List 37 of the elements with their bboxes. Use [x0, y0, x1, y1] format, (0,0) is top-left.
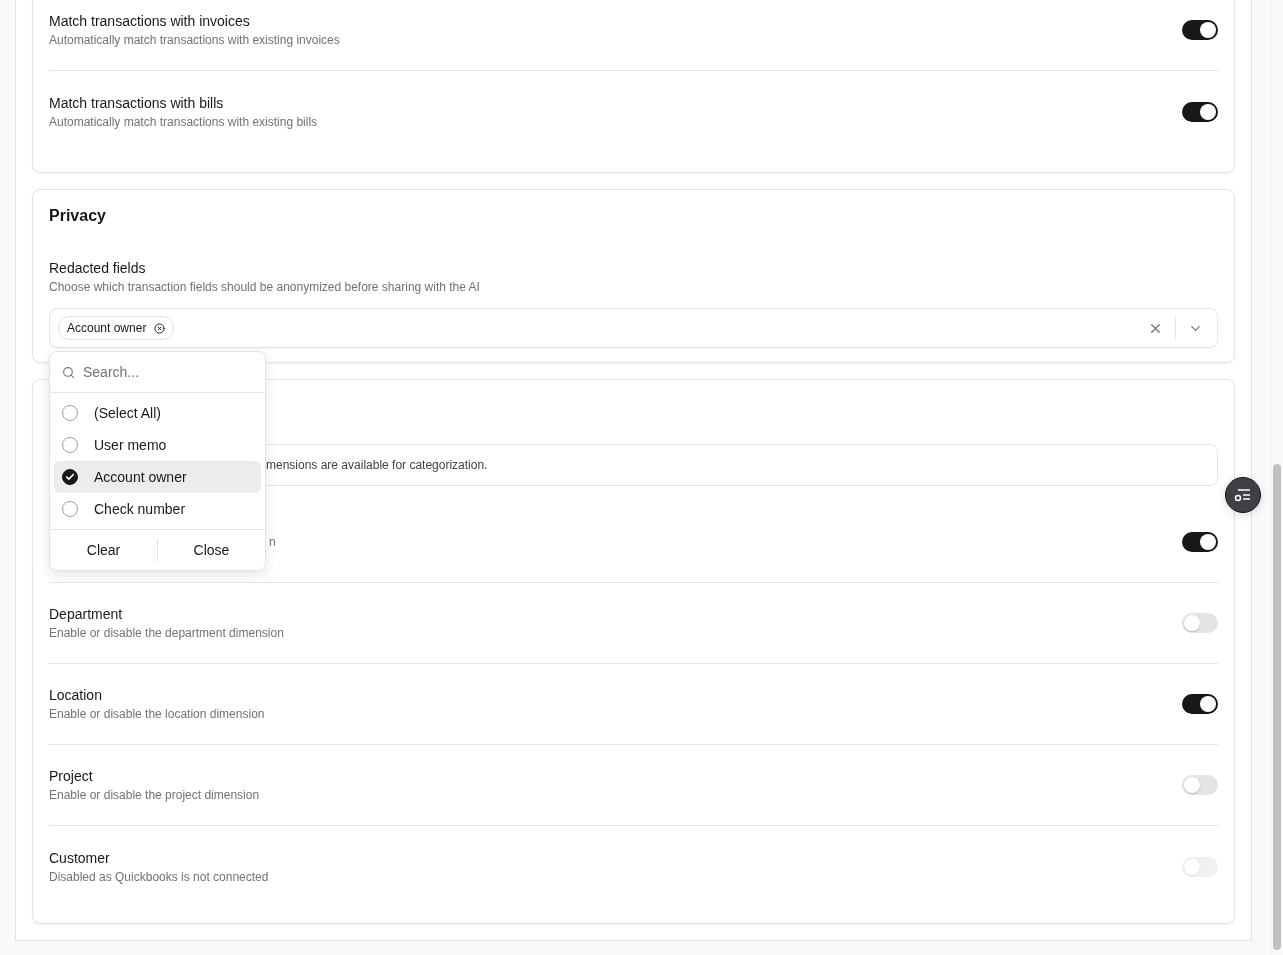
selected-chip[interactable]: Account owner — [58, 316, 175, 340]
multi-select-field[interactable]: Account owner — [49, 308, 1218, 348]
setting-description: Enable or disable the location dimension — [49, 706, 265, 722]
setting-description: n — [269, 534, 276, 550]
field-description: Choose which transaction fields should be anonymized before sharing with the AI — [49, 279, 480, 295]
checkbox[interactable] — [62, 469, 78, 485]
toggle-switch[interactable] — [1182, 532, 1218, 552]
toggle-switch[interactable] — [1182, 613, 1218, 633]
toggle-switch[interactable] — [1182, 20, 1218, 40]
setting-title: Department — [49, 605, 124, 623]
toggle-switch[interactable] — [1182, 775, 1218, 795]
checkbox[interactable] — [62, 405, 78, 421]
check-icon — [65, 472, 75, 482]
field-label: Redacted fields — [49, 259, 147, 277]
setting-description: Enable or disable the project dimension — [49, 787, 260, 803]
section-title: Privacy — [49, 206, 107, 226]
checkbox[interactable] — [62, 437, 78, 453]
toggle-switch[interactable] — [1182, 101, 1218, 122]
remove-icon[interactable] — [154, 322, 166, 334]
close-button[interactable]: Close — [158, 530, 265, 570]
setting-title: Project — [49, 767, 94, 785]
search-field[interactable]: Search... — [83, 364, 233, 380]
setting-title: Customer — [49, 848, 111, 867]
setting-title: Match transactions with bills — [49, 93, 225, 112]
clear-button[interactable]: Clear — [50, 530, 157, 570]
list-icon — [1234, 488, 1252, 502]
setting-description: Automatically match transactions with existing bills — [49, 113, 318, 130]
option-item[interactable]: Account owner — [54, 461, 261, 493]
toggle-switch[interactable] — [1182, 694, 1218, 714]
setting-title: Match transactions with invoices — [49, 12, 251, 30]
checkbox[interactable] — [62, 501, 78, 517]
search-icon — [62, 365, 75, 379]
setting-description: Disabled as Quickbooks is not connected — [49, 868, 269, 885]
scrollbar-thumb[interactable] — [1273, 464, 1281, 950]
setting-description: Enable or disable the department dimension — [49, 625, 284, 641]
setting-description: Automatically match transactions with existing invoices — [49, 32, 340, 48]
setting-title: Location — [49, 686, 103, 704]
